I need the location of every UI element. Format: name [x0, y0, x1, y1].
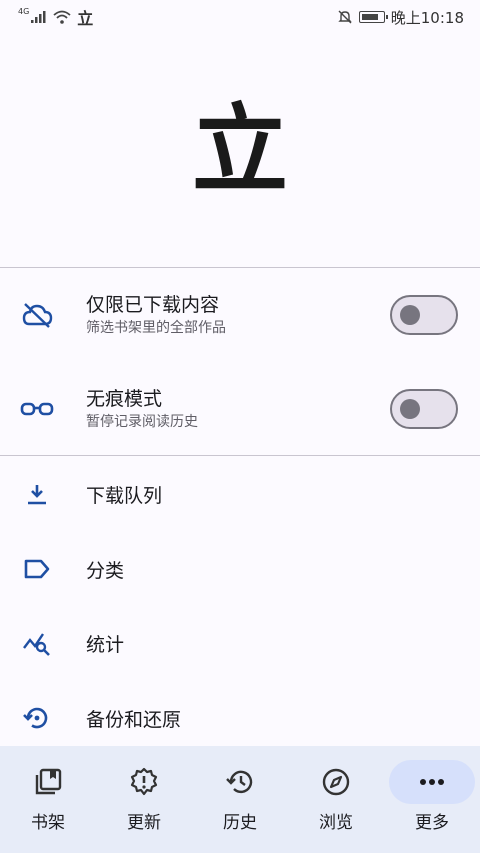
- nav-history-label: 历史: [223, 813, 257, 833]
- menu-stats[interactable]: 统计: [0, 606, 480, 680]
- more-icon: [389, 760, 475, 804]
- nav-library-label: 书架: [31, 813, 65, 833]
- app-logo: 立: [192, 94, 288, 206]
- compass-icon: [293, 760, 379, 804]
- restore-icon: [20, 701, 54, 735]
- downloaded-only-toggle-row[interactable]: 仅限已下载内容 筛选书架里的全部作品: [0, 268, 480, 362]
- switch-knob: [400, 304, 420, 325]
- nav-more[interactable]: 更多: [384, 746, 480, 853]
- nav-updates-label: 更新: [127, 813, 161, 833]
- stats-icon: [20, 626, 54, 660]
- download-queue-label: 下载队列: [86, 484, 163, 507]
- nav-more-label: 更多: [415, 813, 449, 833]
- downloaded-only-subtitle: 筛选书架里的全部作品: [86, 320, 226, 336]
- download-icon: [20, 477, 54, 511]
- library-icon: [5, 760, 91, 804]
- menu-backup-restore[interactable]: 备份和还原: [0, 681, 480, 755]
- switch-knob: [400, 398, 420, 419]
- incognito-switch[interactable]: [390, 389, 458, 429]
- label-icon: [20, 552, 54, 586]
- incognito-subtitle: 暂停记录阅读历史: [86, 414, 198, 430]
- nav-browse-label: 浏览: [319, 813, 353, 833]
- app-notification-glyph: 立: [77, 9, 94, 28]
- stats-label: 统计: [86, 633, 125, 656]
- menu-download-queue[interactable]: 下载队列: [0, 457, 480, 531]
- nav-updates[interactable]: 更新: [96, 746, 192, 853]
- history-icon: [197, 760, 283, 804]
- cloud-off-icon: [20, 298, 54, 332]
- wifi-icon: [53, 10, 71, 24]
- signal-icon: [31, 11, 47, 23]
- bell-off-icon: [337, 9, 353, 25]
- nav-history[interactable]: 历史: [192, 746, 288, 853]
- downloaded-only-switch[interactable]: [390, 295, 458, 335]
- downloaded-only-title: 仅限已下载内容: [86, 294, 220, 316]
- nav-browse[interactable]: 浏览: [288, 746, 384, 853]
- backup-restore-label: 备份和还原: [86, 708, 182, 731]
- incognito-title: 无痕模式: [86, 388, 163, 410]
- nav-library[interactable]: 书架: [0, 746, 96, 853]
- status-bar: 4G 立 晚上10:18: [0, 0, 480, 34]
- divider: [0, 455, 480, 456]
- battery-icon: [358, 11, 388, 23]
- clock: 晚上10:18: [390, 8, 464, 27]
- bottom-navigation: 书架 更新 历史 浏览 更多: [0, 746, 480, 853]
- glasses-icon: [20, 392, 54, 426]
- menu-categories[interactable]: 分类: [0, 532, 480, 606]
- incognito-toggle-row[interactable]: 无痕模式 暂停记录阅读历史: [0, 362, 480, 456]
- updates-icon: [101, 760, 187, 804]
- app-logo-area: 立: [0, 34, 480, 266]
- categories-label: 分类: [86, 559, 125, 582]
- network-type: 4G: [18, 6, 30, 16]
